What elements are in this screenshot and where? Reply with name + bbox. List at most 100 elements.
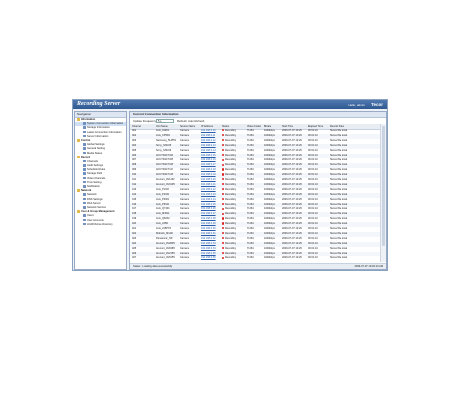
nav-label: Control	[81, 138, 91, 142]
recording-status-icon	[222, 192, 225, 196]
page-icon	[83, 164, 86, 167]
table-row[interactable]: 027 Arecont_AV5155 Camera 192.168.0.36 Recor…	[130, 256, 382, 261]
status-text: Status : Loading data successfully	[133, 265, 173, 268]
page-icon	[83, 159, 86, 163]
table-cell: 027	[132, 256, 137, 260]
status-label: Recording	[224, 251, 237, 255]
nav-label: Latest Connection Information	[87, 130, 122, 134]
status-label: Recording	[224, 197, 237, 201]
page-icon	[83, 205, 86, 209]
page-icon	[83, 172, 86, 176]
table-cell: H.264	[247, 256, 254, 260]
page-icon	[83, 126, 86, 129]
status-label: Recording	[224, 129, 237, 132]
auto-refresh-button[interactable]: Auto Refresh	[188, 119, 204, 123]
nav-label: Network	[87, 193, 97, 197]
recording-status-icon	[222, 212, 225, 215]
status-label: Recording	[224, 231, 237, 235]
recording-status-icon	[222, 202, 225, 205]
status-label: Recording	[224, 256, 237, 260]
folder-icon	[77, 155, 80, 159]
status-label: Recording	[224, 207, 237, 211]
status-label: Recording	[224, 163, 237, 167]
nav-label: Server Information	[87, 134, 109, 138]
nav-label: Users	[87, 214, 94, 218]
nav-label: Audit Settings	[87, 164, 104, 168]
page-icon	[83, 143, 86, 146]
nav-label: Storage Path	[87, 172, 103, 176]
nav-label: Storage Information	[87, 126, 110, 130]
nav-tree: Information System Connection Information…	[75, 118, 126, 227]
status-label: Recording	[224, 153, 237, 157]
ip-link[interactable]: 192.168.0.36	[201, 256, 216, 261]
page-icon	[83, 147, 86, 150]
recording-status-icon	[222, 158, 225, 161]
recording-status-icon	[222, 256, 225, 259]
user-greeting[interactable]: Hello, admin	[348, 103, 365, 107]
nav-label: Media Status	[87, 151, 103, 155]
table-cell: 00:01:10	[308, 256, 318, 260]
status-label: Recording	[224, 192, 237, 196]
nav-label: Network	[81, 189, 92, 193]
nav-item[interactable]: LDAP/Active Directory	[75, 223, 126, 227]
nav-label: Schedule Rules	[87, 168, 106, 172]
recording-status-icon	[222, 173, 225, 176]
page-icon	[83, 218, 86, 222]
status-label: Recording	[224, 212, 237, 216]
table-cell: 1000kbps	[264, 256, 275, 260]
update-frequency-select[interactable]: 5 s	[156, 119, 174, 123]
nav-label: General Setting	[87, 147, 106, 151]
recording-status-icon	[222, 232, 225, 235]
scrollbar-thumb[interactable]	[381, 126, 385, 246]
status-label: Recording	[224, 138, 237, 142]
status-label: Recording	[224, 173, 237, 177]
recording-status-icon	[222, 129, 225, 132]
title-bar: Recording Server Hello, admin Tecor	[73, 100, 387, 109]
brand-logo: Tecor	[371, 101, 383, 107]
recording-status-icon	[222, 188, 225, 191]
nav-label: Channels	[87, 159, 98, 163]
recording-status-icon	[222, 168, 225, 171]
status-label: Recording	[224, 178, 237, 181]
recording-status-icon	[222, 217, 225, 220]
nav-label: DNS Settings	[87, 197, 103, 201]
page-icon	[83, 201, 86, 205]
nav-label: Global Settings	[87, 143, 105, 147]
folder-icon	[77, 118, 80, 121]
sidebar: Navigation Information System Connection …	[74, 111, 127, 270]
page-icon	[83, 222, 86, 226]
refresh-button[interactable]: Refresh	[177, 119, 187, 123]
main-panel: Current Connection Information Update Fr…	[129, 111, 387, 270]
page-icon	[83, 151, 86, 155]
recording-status-icon	[222, 139, 225, 142]
status-label: Recording	[224, 148, 237, 152]
status-label: Recording	[224, 246, 237, 250]
nav-label: Time Setting	[87, 180, 102, 184]
update-frequency-label: Update Frequency	[133, 119, 157, 124]
folder-icon	[77, 138, 80, 142]
status-time: 2009-07-07 10:26:10 AM	[354, 265, 383, 268]
app-title: Recording Server	[77, 101, 121, 107]
table-cell: 2009-07-07 10:26	[282, 256, 302, 260]
nav-label: System Connection Information	[87, 122, 124, 126]
nav-label: LDAP/Active Directory	[87, 222, 113, 226]
status-label: Recording	[224, 187, 237, 191]
recording-status-icon	[222, 153, 225, 156]
page-icon	[83, 122, 86, 125]
recording-status-icon	[222, 227, 225, 230]
recording-status-icon	[222, 207, 225, 210]
status-label: Recording	[224, 158, 237, 162]
status-label: Recording	[224, 133, 237, 137]
status-label: Recording	[224, 182, 237, 186]
recording-status-icon	[222, 197, 225, 201]
recording-status-icon	[222, 143, 225, 147]
page-icon	[83, 193, 86, 196]
page-icon	[83, 134, 86, 138]
folder-icon	[77, 189, 80, 192]
table-cell: Recording	[222, 256, 236, 261]
page-icon	[83, 185, 86, 188]
page-icon	[83, 176, 86, 180]
nav-label: Network Service	[87, 205, 106, 209]
table-scrollbar[interactable]	[380, 124, 386, 262]
nav-label: User Accounts	[87, 218, 104, 222]
